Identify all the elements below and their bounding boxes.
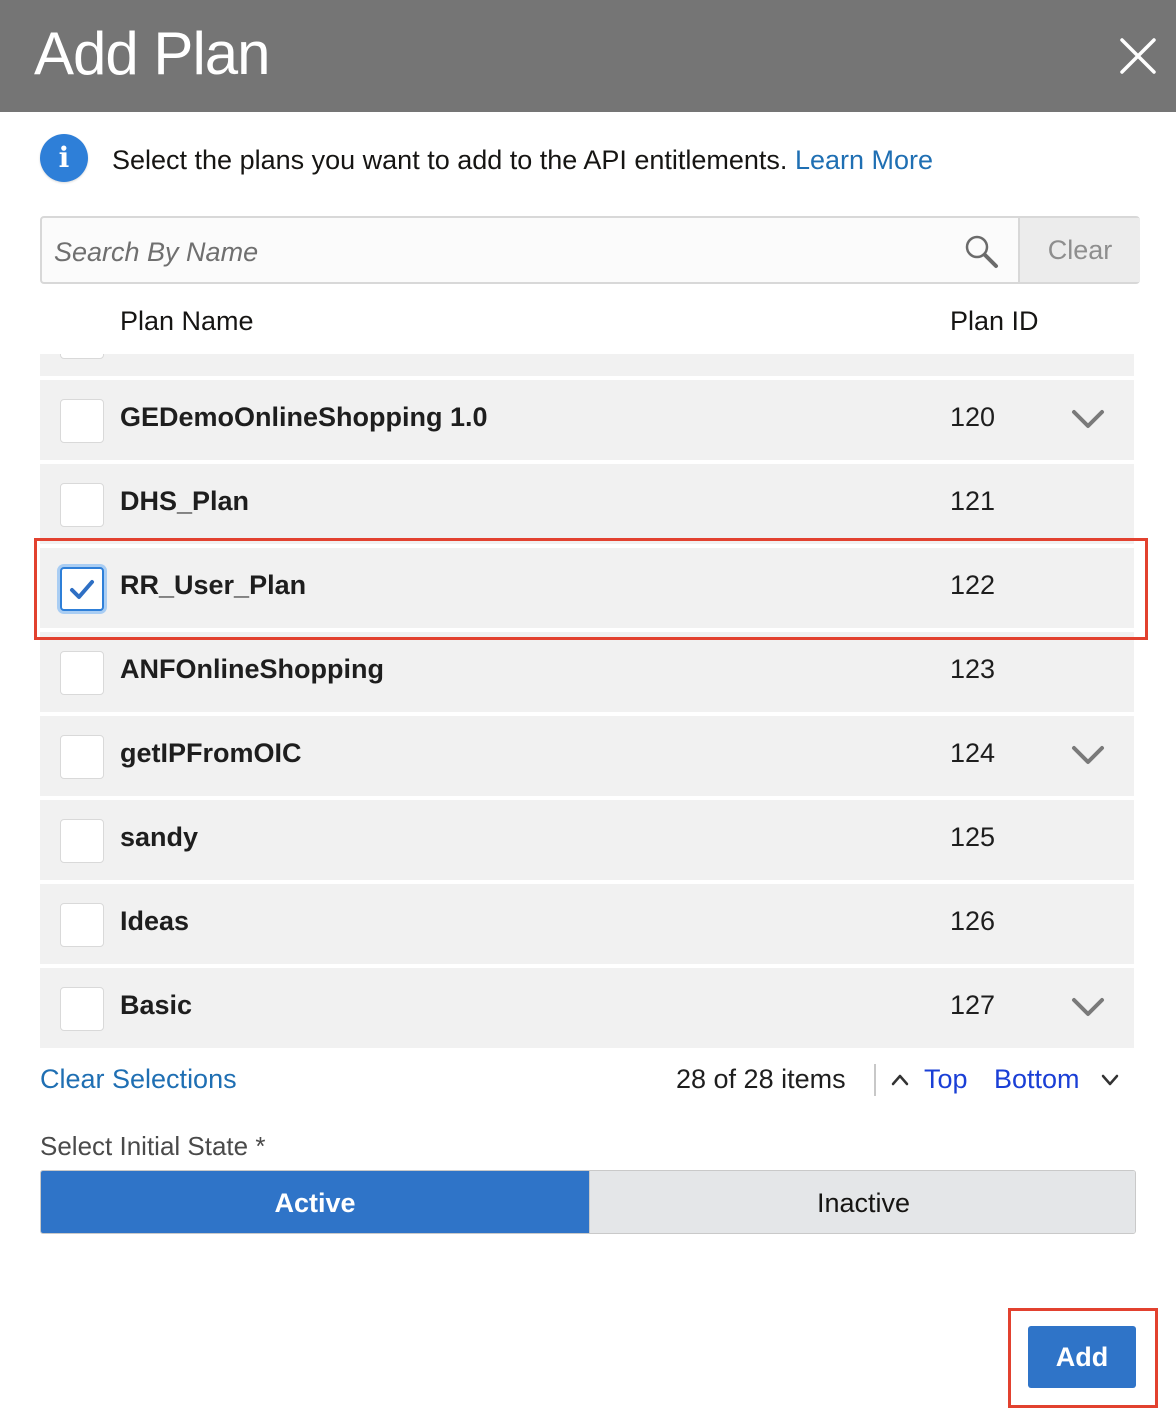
plan-name: GEDemoOnlineShopping 1.0 — [120, 402, 488, 432]
top-link[interactable]: Top — [924, 1064, 968, 1095]
column-header-plan-name: Plan Name — [120, 306, 254, 336]
table-row-selected[interactable]: RR_User_Plan 122 — [40, 548, 1134, 628]
row-checkbox[interactable] — [60, 903, 104, 947]
plan-id: 125 — [950, 822, 996, 852]
initial-state-label: Select Initial State * — [40, 1131, 266, 1161]
row-checkbox[interactable] — [60, 819, 104, 863]
state-active-button[interactable]: Active — [41, 1171, 589, 1233]
search-clear-button[interactable]: Clear — [1018, 218, 1140, 282]
add-button[interactable]: Add — [1028, 1326, 1136, 1388]
table-row[interactable]: Ideas 126 — [40, 884, 1134, 964]
plan-name: DHS_Plan — [120, 486, 250, 516]
row-checkbox[interactable] — [60, 987, 104, 1031]
plan-list[interactable]: GEDemoOnlineShopping 1.0 120 DHS_Plan 12… — [40, 354, 1134, 1048]
divider — [874, 1064, 876, 1096]
plan-id: 123 — [950, 654, 996, 684]
row-checkbox-checked[interactable] — [60, 567, 104, 611]
table-row[interactable]: Basic 127 — [40, 968, 1134, 1048]
chevron-down-icon[interactable] — [1100, 1070, 1120, 1090]
plan-id: 126 — [950, 906, 996, 936]
initial-state-toggle: Active Inactive — [40, 1170, 1136, 1234]
plan-name: RR_User_Plan — [120, 570, 307, 600]
info-message: Select the plans you want to add to the … — [112, 143, 933, 177]
table-row[interactable]: ANFOnlineShopping 123 — [40, 632, 1134, 712]
clear-selections-link[interactable]: Clear Selections — [40, 1064, 237, 1095]
chevron-down-icon[interactable] — [1070, 740, 1106, 770]
plan-name: ANFOnlineShopping — [120, 654, 384, 684]
row-checkbox[interactable] — [60, 735, 104, 779]
learn-more-link[interactable]: Learn More — [795, 145, 933, 175]
search-box: Clear — [40, 216, 1140, 284]
search-input[interactable] — [54, 230, 944, 274]
list-footer: Clear Selections 28 of 28 items Top Bott… — [40, 1062, 1134, 1102]
search-icon[interactable] — [962, 232, 1002, 272]
plan-id: 124 — [950, 738, 996, 768]
item-count: 28 of 28 items — [676, 1064, 846, 1094]
checkmark-icon — [70, 580, 94, 599]
table-row[interactable]: GEDemoOnlineShopping 1.0 120 — [40, 380, 1134, 460]
row-checkbox[interactable] — [60, 651, 104, 695]
row-checkbox[interactable] — [60, 354, 104, 359]
plan-name: getIPFromOIC — [120, 738, 302, 768]
chevron-down-icon[interactable] — [1070, 404, 1106, 434]
table-row[interactable]: getIPFromOIC 124 — [40, 716, 1134, 796]
close-icon[interactable] — [1116, 34, 1160, 78]
row-checkbox[interactable] — [60, 483, 104, 527]
dialog-header: Add Plan — [0, 0, 1176, 112]
info-message-text: Select the plans you want to add to the … — [112, 145, 788, 175]
plan-id: 120 — [950, 402, 996, 432]
dialog-title: Add Plan — [34, 20, 271, 87]
plan-id: 127 — [950, 990, 996, 1020]
table-row[interactable]: sandy 125 — [40, 800, 1134, 880]
column-header-plan-id: Plan ID — [950, 306, 1039, 336]
plan-name: Ideas — [120, 906, 190, 936]
bottom-link[interactable]: Bottom — [994, 1064, 1080, 1095]
plan-name: Basic — [120, 990, 193, 1020]
state-inactive-button[interactable]: Inactive — [589, 1171, 1135, 1233]
plan-name: sandy — [120, 822, 199, 852]
plan-id: 122 — [950, 570, 996, 600]
row-checkbox[interactable] — [60, 399, 104, 443]
info-icon: i — [40, 134, 88, 182]
table-row[interactable]: DHS_Plan 121 — [40, 464, 1134, 544]
plan-id: 121 — [950, 486, 996, 516]
chevron-up-icon[interactable] — [890, 1070, 910, 1090]
table-row[interactable] — [40, 354, 1134, 376]
chevron-down-icon[interactable] — [1070, 992, 1106, 1022]
